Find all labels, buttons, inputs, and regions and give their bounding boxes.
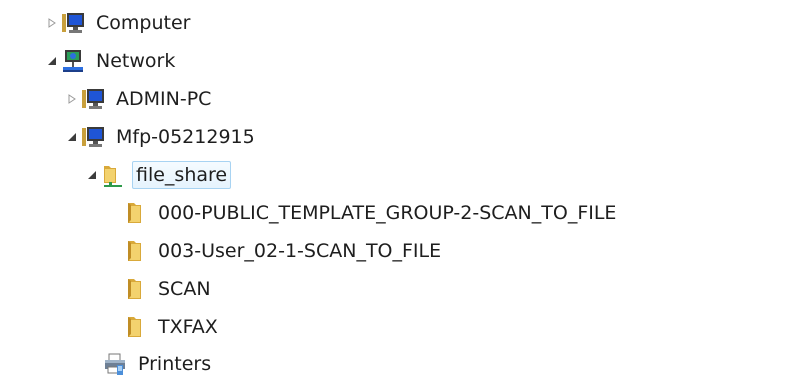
computer-icon xyxy=(60,10,86,36)
tree-item-admin-pc[interactable]: ADMIN-PC xyxy=(66,81,215,117)
expand-arrow-icon[interactable] xyxy=(66,93,78,105)
expander-placeholder xyxy=(88,358,100,370)
collapse-arrow-icon[interactable] xyxy=(66,131,78,143)
tree-item-printers[interactable]: Printers xyxy=(88,346,215,382)
collapse-arrow-icon[interactable] xyxy=(86,169,98,181)
tree-item-label: file_share xyxy=(132,161,232,189)
folder-icon xyxy=(122,238,148,264)
tree-item-folder-user-02[interactable]: 003-User_02-1-SCAN_TO_FILE xyxy=(108,233,445,269)
expander-placeholder xyxy=(108,321,120,333)
tree-item-folder-txfax[interactable]: TXFAX xyxy=(108,309,222,345)
printer-icon xyxy=(102,351,128,377)
tree-item-label: Printers xyxy=(138,353,212,375)
tree-item-label: SCAN xyxy=(158,278,211,300)
tree-item-label: Computer xyxy=(96,12,191,34)
network-icon xyxy=(60,48,86,74)
folder-icon xyxy=(122,314,148,340)
tree-item-label: TXFAX xyxy=(158,316,218,338)
navigation-tree: Computer Network ADMIN-PC Mfp-05212915 f… xyxy=(0,0,793,381)
tree-item-label: 000-PUBLIC_TEMPLATE_GROUP-2-SCAN_TO_FILE xyxy=(158,202,617,224)
expand-arrow-icon[interactable] xyxy=(46,17,58,29)
tree-item-computer[interactable]: Computer xyxy=(46,5,194,41)
computer-icon xyxy=(80,124,106,150)
collapse-arrow-icon[interactable] xyxy=(46,55,58,67)
tree-item-label: Mfp-05212915 xyxy=(116,126,255,148)
tree-item-folder-public-template[interactable]: 000-PUBLIC_TEMPLATE_GROUP-2-SCAN_TO_FILE xyxy=(108,195,620,231)
expander-placeholder xyxy=(108,245,120,257)
folder-icon xyxy=(122,276,148,302)
tree-item-label: ADMIN-PC xyxy=(116,88,212,110)
tree-item-file-share[interactable]: file_share xyxy=(86,157,232,193)
tree-item-network[interactable]: Network xyxy=(46,43,179,79)
tree-item-folder-scan[interactable]: SCAN xyxy=(108,271,215,307)
tree-item-label: Network xyxy=(96,50,176,72)
folder-icon xyxy=(122,200,148,226)
computer-icon xyxy=(80,86,106,112)
tree-item-mfp[interactable]: Mfp-05212915 xyxy=(66,119,259,155)
expander-placeholder xyxy=(108,207,120,219)
tree-item-label: 003-User_02-1-SCAN_TO_FILE xyxy=(158,240,442,262)
expander-placeholder xyxy=(108,283,120,295)
shared-folder-icon xyxy=(100,162,126,188)
